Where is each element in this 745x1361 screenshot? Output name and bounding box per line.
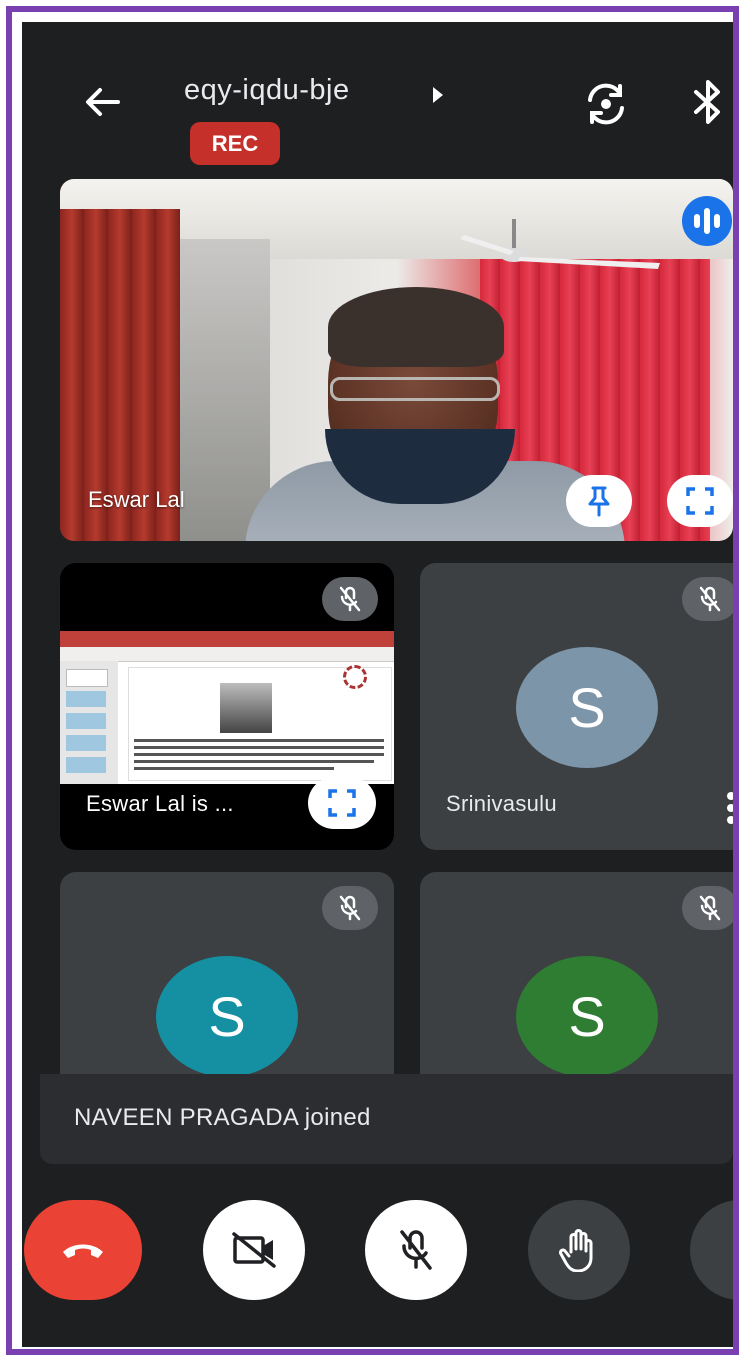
avatar: S [156,956,298,1077]
mic-off-badge [322,577,378,621]
person-glasses [330,377,500,401]
pin-icon [588,486,610,517]
mic-off-icon [699,586,721,612]
back-arrow-icon[interactable] [80,80,124,124]
avatar: S [516,956,658,1077]
microphone-toggle-button[interactable] [365,1200,467,1300]
participant-tile-3[interactable]: S [60,872,394,1082]
presentation-slide [60,631,394,784]
switch-camera-icon[interactable] [582,80,630,128]
mic-off-icon [339,895,361,921]
slide-logo [343,665,367,689]
camera-off-icon [232,1232,276,1268]
more-vert-icon[interactable] [726,791,733,825]
fullscreen-button[interactable] [667,475,733,527]
main-video-feed[interactable]: Eswar Lal [60,179,733,541]
slide-portrait [220,683,272,733]
end-call-button[interactable] [24,1200,142,1300]
meet-screen: eqy-iqdu-bje REC Eswar Lal Eswar Lal is … [22,22,733,1347]
raise-hand-button[interactable] [528,1200,630,1300]
presentation-tile[interactable]: Eswar Lal is ... [60,563,394,850]
raise-hand-icon [559,1229,593,1272]
tile-name-srinivasulu: Srinivasulu [446,791,557,816]
mic-off-icon [699,895,721,921]
participant-tile-srinivasulu[interactable]: S Srinivasulu [420,563,733,850]
join-notification: NAVEEN PRAGADA joined [40,1074,733,1164]
fullscreen-icon [328,789,356,817]
camera-toggle-button[interactable] [203,1200,305,1300]
play-caret-icon[interactable] [432,86,444,104]
speaking-icon [682,196,732,246]
mic-off-icon [400,1230,432,1270]
mic-off-badge [682,577,733,621]
slide-toolbar [60,647,394,662]
fullscreen-icon [686,487,714,515]
main-participant-name: Eswar Lal [88,487,185,512]
slide-ribbon [60,631,394,647]
participant-tile-4[interactable]: S [420,872,733,1082]
end-call-icon [63,1244,103,1258]
recording-badge: REC [190,122,280,165]
meeting-code[interactable]: eqy-iqdu-bje [184,74,350,107]
mic-off-badge [682,886,733,930]
ceiling-fan [460,219,660,269]
mic-off-icon [339,586,361,612]
presentation-fullscreen-button[interactable] [308,777,376,829]
bluetooth-icon[interactable] [690,78,726,126]
person-hair [328,287,504,367]
door-frame [180,239,270,541]
avatar: S [516,647,658,768]
pin-button[interactable] [566,475,632,527]
slide-thumbnails [60,661,118,784]
more-options-button[interactable] [690,1200,733,1300]
mic-off-badge [322,886,378,930]
join-notification-text: NAVEEN PRAGADA joined [74,1104,371,1131]
tile-name-presenter: Eswar Lal is ... [86,791,234,816]
